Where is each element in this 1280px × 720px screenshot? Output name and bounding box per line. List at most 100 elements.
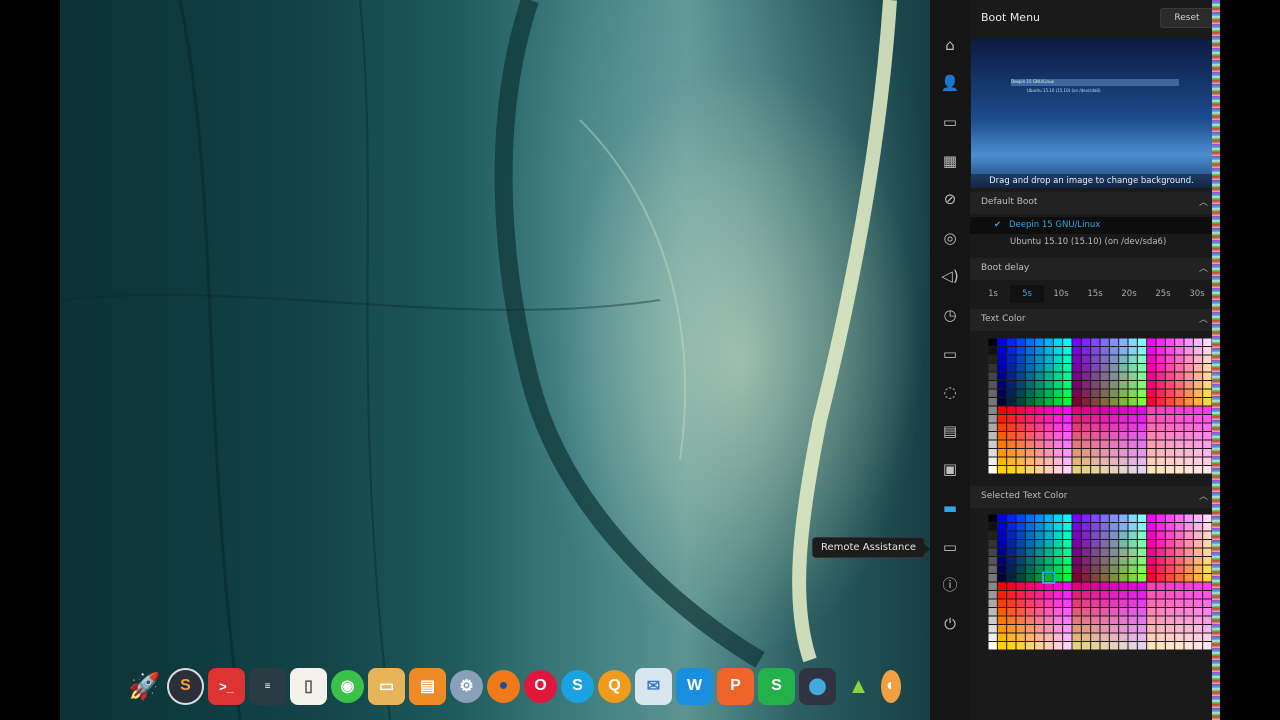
- opera-icon[interactable]: O: [524, 669, 557, 703]
- color-swatch: [1007, 557, 1016, 565]
- color-swatch: [1007, 398, 1016, 406]
- color-swatch: [1128, 548, 1137, 556]
- shutdown-icon[interactable]: ⏻: [940, 614, 960, 634]
- info-icon[interactable]: ⓘ: [940, 575, 960, 595]
- color-swatch: [1128, 398, 1137, 406]
- color-swatch: [1193, 389, 1203, 397]
- boot-background-preview[interactable]: Deepin 15 GNU/Linux Ubuntu 15.10 (15.10)…: [971, 38, 1212, 188]
- wps-spreadsheet-icon[interactable]: S: [758, 667, 795, 705]
- delay-option-25s[interactable]: 25s: [1146, 285, 1180, 303]
- boot-menu-icon[interactable]: ▬: [940, 498, 960, 518]
- color-swatch: [1081, 381, 1091, 389]
- color-swatch: [1035, 599, 1044, 607]
- default-boot-header[interactable]: Default Boot ︿: [970, 192, 1220, 214]
- android-icon[interactable]: ▲: [840, 668, 877, 705]
- delay-option-30s[interactable]: 30s: [1180, 285, 1214, 303]
- color-swatch: [1100, 372, 1109, 380]
- desktop: Remote Assistance 🚀 S >_ ≡ ▯ ◉ ▭ ▤ ⚙ ● O…: [60, 0, 1220, 720]
- color-swatch: [1072, 633, 1081, 641]
- display-icon[interactable]: ▭: [940, 112, 960, 132]
- color-swatch: [1007, 381, 1016, 389]
- color-swatch: [1119, 625, 1128, 633]
- text-color-palette[interactable]: [988, 338, 1212, 474]
- qq-icon[interactable]: Q: [598, 669, 631, 703]
- network-icon[interactable]: ◎: [940, 228, 960, 248]
- boot-entry-deepin[interactable]: ✔ Deepin 15 GNU/Linux: [970, 217, 1220, 234]
- text-color-header[interactable]: Text Color ︿: [970, 309, 1220, 331]
- color-swatch: [1203, 642, 1212, 650]
- delay-option-15s[interactable]: 15s: [1078, 285, 1112, 303]
- color-swatch: [1128, 642, 1137, 650]
- color-swatch: [1100, 406, 1109, 414]
- reset-button[interactable]: Reset: [1160, 8, 1214, 28]
- deepin-store-icon[interactable]: S: [167, 667, 204, 705]
- app-store-icon[interactable]: ▤: [409, 667, 446, 705]
- color-swatch: [1128, 523, 1137, 531]
- color-swatch: [1165, 514, 1175, 522]
- chevron-up-icon[interactable]: ︿: [1199, 489, 1208, 502]
- color-swatch: [1165, 440, 1175, 448]
- boot-menu-panel: Boot Menu Reset Deepin 15 GNU/Linux Ubun…: [970, 0, 1220, 720]
- file-manager-icon[interactable]: ▭: [368, 667, 405, 705]
- remote-assistance-icon[interactable]: ▭: [940, 537, 960, 557]
- skype-icon[interactable]: S: [561, 669, 594, 703]
- chevron-up-icon[interactable]: ︿: [1199, 261, 1208, 274]
- color-swatch: [1007, 633, 1016, 641]
- wps-writer-icon[interactable]: W: [676, 667, 713, 705]
- color-swatch: [1193, 582, 1203, 590]
- toggle-icon[interactable]: ⬤: [799, 667, 836, 705]
- color-swatch: [1007, 449, 1016, 457]
- selected-text-color-palette[interactable]: [988, 514, 1212, 650]
- color-swatch: [1063, 531, 1072, 539]
- color-swatch: [1035, 625, 1044, 633]
- time-icon[interactable]: ◷: [940, 305, 960, 325]
- mail-icon[interactable]: ✉: [635, 667, 672, 705]
- color-swatch: [1044, 557, 1053, 565]
- delay-option-1s[interactable]: 1s: [976, 285, 1010, 303]
- account-icon[interactable]: 👤: [940, 73, 960, 93]
- terminal-icon[interactable]: >_: [208, 667, 245, 705]
- delay-option-20s[interactable]: 20s: [1112, 285, 1146, 303]
- selected-text-color-header[interactable]: Selected Text Color ︿: [970, 486, 1220, 508]
- wps-presentation-icon[interactable]: P: [717, 667, 754, 705]
- keyboard-icon[interactable]: ▤: [940, 421, 960, 441]
- color-swatch: [1044, 540, 1053, 548]
- color-swatch: [1100, 355, 1109, 363]
- boot-entry-ubuntu[interactable]: Ubuntu 15.10 (15.10) (on /dev/sda6): [970, 234, 1220, 251]
- sound-icon[interactable]: ◁): [940, 266, 960, 286]
- calendar-icon[interactable]: ▦: [940, 151, 960, 171]
- launcher-icon[interactable]: 🚀: [126, 668, 163, 705]
- wechat-icon[interactable]: ◉: [331, 669, 364, 703]
- code-editor-icon[interactable]: ≡: [249, 667, 286, 705]
- boot-delay-header[interactable]: Boot delay ︿: [970, 258, 1220, 280]
- color-swatch: [1081, 389, 1091, 397]
- update-icon[interactable]: ▣: [940, 459, 960, 479]
- firefox-icon[interactable]: ●: [487, 669, 520, 703]
- color-swatch: [1128, 531, 1137, 539]
- delay-option-10s[interactable]: 10s: [1044, 285, 1078, 303]
- delay-option-5s[interactable]: 5s: [1010, 285, 1044, 303]
- home-icon[interactable]: ⌂: [940, 35, 960, 55]
- color-swatch: [1128, 338, 1137, 346]
- color-swatch: [1193, 466, 1203, 474]
- color-swatch: [1100, 565, 1109, 573]
- power-icon[interactable]: ▭: [940, 344, 960, 364]
- color-swatch: [1053, 548, 1063, 556]
- color-swatch: [1007, 347, 1016, 355]
- color-swatch: [988, 466, 997, 474]
- color-swatch: [1184, 372, 1193, 380]
- color-swatch: [997, 599, 1007, 607]
- mouse-icon[interactable]: ◌: [940, 382, 960, 402]
- settings-icon[interactable]: ⚙: [450, 669, 483, 703]
- text-editor-icon[interactable]: ▯: [290, 667, 327, 705]
- chevron-up-icon[interactable]: ︿: [1199, 312, 1208, 325]
- color-swatch: [1128, 565, 1137, 573]
- color-swatch: [1035, 364, 1044, 372]
- color-swatch: [1156, 457, 1165, 465]
- color-swatch: [1119, 355, 1128, 363]
- chevron-up-icon[interactable]: ︿: [1199, 195, 1208, 208]
- screen-edge-artifact: [1212, 0, 1220, 720]
- color-swatch: [1044, 440, 1053, 448]
- personalization-icon[interactable]: ⊘: [940, 189, 960, 209]
- more-icon[interactable]: ◐: [881, 669, 901, 703]
